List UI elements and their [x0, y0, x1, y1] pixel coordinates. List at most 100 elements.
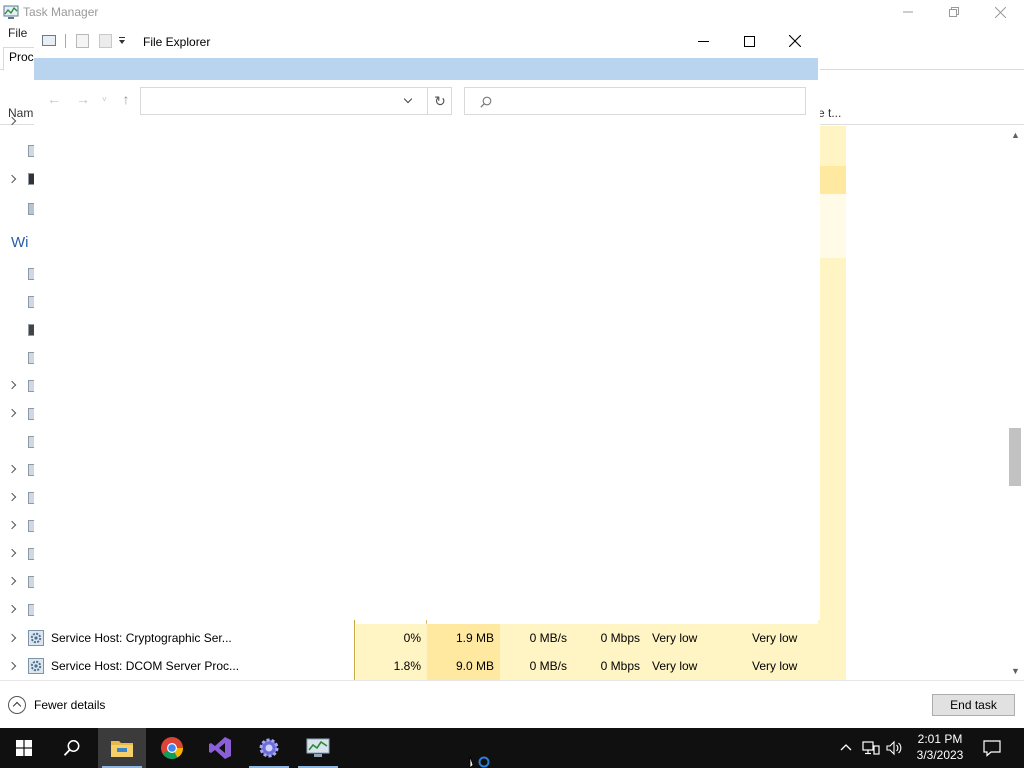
close-icon	[789, 35, 801, 47]
minimize-icon	[697, 40, 709, 42]
address-bar[interactable]: ↻	[140, 87, 452, 115]
forward-arrow-icon[interactable]: →	[75, 91, 91, 107]
scroll-down-arrow-icon[interactable]: ▼	[1007, 664, 1024, 678]
clock-date: 3/3/2023	[916, 748, 964, 762]
process-name: Service Host: Cryptographic Ser...	[51, 631, 232, 645]
taskbar-settings-app[interactable]	[245, 728, 293, 768]
task-manager-icon	[306, 738, 330, 757]
file-explorer-titlebar[interactable]: File Explorer	[34, 24, 820, 58]
visual-studio-icon	[209, 737, 231, 759]
speaker-volume-icon[interactable]	[886, 740, 902, 756]
cell-cpu: 1.8%	[356, 652, 427, 680]
expand-chevron-icon[interactable]	[8, 381, 18, 391]
folder-icon	[111, 741, 133, 757]
scroll-up-arrow-icon[interactable]: ▲	[1007, 128, 1024, 142]
file-explorer-maximize-button[interactable]	[726, 24, 772, 58]
search-icon	[63, 740, 80, 756]
file-explorer-minimize-button[interactable]	[680, 24, 726, 58]
taskbar: 2:01 PM 3/3/2023	[0, 728, 1024, 768]
task-manager-titlebar[interactable]: Task Manager	[0, 0, 1024, 24]
properties-icon[interactable]	[76, 34, 89, 48]
start-button[interactable]	[0, 728, 48, 768]
busy-cursor-icon	[469, 756, 490, 768]
restore-icon	[949, 7, 959, 17]
heat-cell-soft	[818, 194, 846, 222]
search-icon	[480, 96, 492, 108]
column-header-power-trend[interactable]: e t...	[818, 106, 841, 120]
cell-memory: 9.0 MB	[427, 652, 500, 680]
folder-window-icon	[42, 35, 56, 46]
task-manager-icon	[3, 5, 19, 19]
task-manager-restore-button[interactable]	[931, 0, 977, 24]
taskbar-task-manager[interactable]	[294, 728, 342, 768]
expand-chevron-icon[interactable]	[8, 175, 18, 185]
new-folder-icon[interactable]	[99, 34, 112, 48]
heat-cell-soft	[818, 222, 846, 258]
task-manager-close-button[interactable]	[977, 0, 1023, 24]
customize-toolbar-dropdown-icon[interactable]	[118, 37, 127, 45]
service-gear-icon	[28, 630, 44, 646]
up-arrow-icon[interactable]: ↑	[118, 91, 134, 107]
address-dropdown-chevron-icon[interactable]	[403, 96, 413, 106]
file-explorer-close-button[interactable]	[772, 24, 818, 58]
gear-icon	[259, 738, 279, 758]
collapse-chevron-icon[interactable]	[8, 696, 26, 714]
end-task-button[interactable]: End task	[932, 694, 1015, 716]
taskbar-clock[interactable]: 2:01 PM 3/3/2023	[910, 731, 970, 765]
expand-chevron-icon[interactable]	[8, 605, 18, 615]
scrollbar-thumb[interactable]	[1009, 428, 1021, 486]
taskbar-file-explorer[interactable]	[98, 728, 146, 768]
expand-chevron-icon[interactable]	[8, 409, 18, 419]
chrome-icon	[161, 737, 183, 759]
group-header-windows-processes: Wi	[11, 234, 29, 251]
clock-time: 2:01 PM	[917, 732, 963, 746]
expand-chevron-icon[interactable]	[8, 577, 18, 587]
windows-logo-icon	[16, 740, 32, 756]
expand-chevron-icon[interactable]	[8, 549, 18, 559]
vertical-scrollbar[interactable]: ▲ ▼	[1007, 126, 1024, 680]
expand-chevron-icon[interactable]	[8, 634, 18, 644]
table-row[interactable]: Service Host: Cryptographic Ser... 0% 1.…	[0, 624, 1008, 652]
maximize-icon	[743, 35, 755, 47]
expand-chevron-icon[interactable]	[8, 465, 18, 475]
expand-chevron-icon[interactable]	[8, 117, 18, 127]
menu-file[interactable]: File	[8, 26, 27, 40]
toolbar-divider	[65, 34, 66, 48]
refresh-icon[interactable]: ↻	[427, 88, 452, 114]
minimize-icon	[903, 11, 913, 13]
back-arrow-icon[interactable]: ←	[46, 91, 62, 107]
task-manager-minimize-button[interactable]	[885, 0, 931, 24]
cell-power-usage: Very low	[646, 652, 746, 680]
heat-cell-strong	[818, 166, 846, 194]
cell-cpu: 0%	[356, 624, 427, 652]
process-name: Service Host: DCOM Server Proc...	[51, 659, 240, 673]
cell-network: 0 Mbps	[573, 624, 646, 652]
expand-chevron-icon[interactable]	[8, 662, 18, 672]
cell-network: 0 Mbps	[573, 652, 646, 680]
show-hidden-icons-chevron-icon[interactable]	[838, 740, 854, 756]
expand-chevron-icon[interactable]	[8, 493, 18, 503]
task-manager-title: Task Manager	[23, 5, 99, 19]
cell-power-trend: Very low	[746, 624, 846, 652]
cell-disk: 0 MB/s	[500, 652, 573, 680]
action-center-notification-icon[interactable]	[982, 738, 1002, 758]
recent-locations-chevron-icon[interactable]: ˅	[102, 95, 108, 104]
navigation-bar: ← → ˅ ↑ ↻	[34, 80, 820, 120]
taskbar-search-button[interactable]	[48, 728, 96, 768]
file-explorer-title: File Explorer	[143, 35, 211, 49]
cell-memory: 1.9 MB	[427, 624, 500, 652]
table-row[interactable]: Service Host: DCOM Server Proc... 1.8% 9…	[0, 652, 1008, 680]
cell-power-usage: Very low	[646, 624, 746, 652]
cell-power-trend: Very low	[746, 652, 846, 680]
cell-disk: 0 MB/s	[500, 624, 573, 652]
fewer-details-link[interactable]: Fewer details	[34, 698, 105, 712]
network-icon[interactable]	[862, 740, 880, 756]
taskbar-visual-studio[interactable]	[196, 728, 244, 768]
service-gear-icon	[28, 658, 44, 674]
close-icon	[994, 6, 1006, 18]
search-input[interactable]	[464, 87, 806, 115]
ribbon-bar	[34, 58, 818, 80]
task-manager-footer: Fewer details End task	[0, 680, 1024, 728]
taskbar-google-chrome[interactable]	[148, 728, 196, 768]
expand-chevron-icon[interactable]	[8, 521, 18, 531]
